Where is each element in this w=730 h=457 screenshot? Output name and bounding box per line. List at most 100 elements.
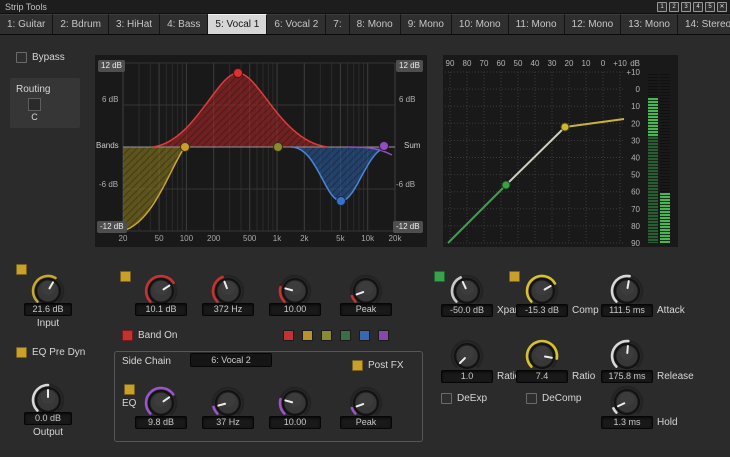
band-color-swatch-1[interactable]	[283, 330, 294, 341]
input-value[interactable]: 21.6 dB	[24, 303, 72, 316]
bypass-checkbox[interactable]	[16, 52, 27, 63]
eq-minus6-label-left: -6 dB	[99, 180, 118, 189]
comp-input-tick: 30	[548, 59, 557, 68]
decomp-checkbox[interactable]	[526, 393, 537, 404]
xpand-ratio-knob[interactable]	[449, 338, 485, 374]
comp-input-tick: 20	[565, 59, 574, 68]
tab-3[interactable]: 3: HiHat	[109, 14, 160, 34]
band-selector-swatches	[283, 330, 389, 341]
tab-12[interactable]: 12: Mono	[565, 14, 622, 34]
window-button-3[interactable]: 3	[681, 2, 691, 12]
window-button-4[interactable]: 4	[693, 2, 703, 12]
comp-output-tick: 10	[631, 102, 640, 111]
hold-value[interactable]: 1.3 ms	[601, 416, 653, 429]
tab-14[interactable]: 14: Stereo	[678, 14, 730, 34]
side-chain-eq-checkbox[interactable]	[124, 384, 135, 395]
eq-gain-value[interactable]: 10.1 dB	[135, 303, 187, 316]
comp-output-tick: 0	[636, 85, 641, 94]
tab-1[interactable]: 1: Guitar	[0, 14, 53, 34]
tab-6[interactable]: 6: Vocal 2	[267, 14, 326, 34]
tab-8[interactable]: 8: Mono	[350, 14, 401, 34]
band-color-swatch-4[interactable]	[340, 330, 351, 341]
routing-button[interactable]	[28, 98, 41, 111]
expander-enable-checkbox[interactable]	[434, 271, 445, 282]
eq-freq-tick-20k: 20k	[389, 234, 403, 243]
eq-plus6-label-right: 6 dB	[399, 95, 415, 104]
hold-knob[interactable]	[609, 384, 645, 420]
comp-output-tick: 30	[631, 136, 640, 145]
eq-freq-tick-50: 50	[155, 234, 164, 243]
tab-13[interactable]: 13: Mono	[621, 14, 678, 34]
band-color-swatch-2[interactable]	[302, 330, 313, 341]
eq-freq-tick-2k: 2k	[300, 234, 309, 243]
expander-threshold-point[interactable]	[502, 181, 510, 189]
side-chain-eq-label: EQ	[122, 398, 136, 409]
eq-minus12-badge-right: -12 dB	[393, 221, 423, 233]
comp-output-tick: 50	[631, 171, 640, 180]
attack-value[interactable]: 111.5 ms	[601, 304, 653, 317]
band-color-swatch-5[interactable]	[359, 330, 370, 341]
band6-control-point[interactable]	[380, 142, 389, 151]
eq-minus12-badge-left: -12 dB	[97, 221, 127, 233]
side-chain-source-select[interactable]: 6: Vocal 2	[190, 353, 272, 367]
level-meter-left	[648, 72, 658, 243]
comp-output-tick: 80	[631, 222, 640, 231]
sc-gain-value[interactable]: 9.8 dB	[135, 416, 187, 429]
compressor-graph[interactable]: 90+108007010602050304040305020601070080+…	[443, 55, 678, 247]
post-fx-checkbox[interactable]	[352, 360, 363, 371]
comp-input-tick: 0	[601, 59, 606, 68]
comp-input-tick: +10	[613, 59, 627, 68]
deexp-checkbox[interactable]	[441, 393, 452, 404]
comp-input-tick: 10	[582, 59, 591, 68]
band-color-swatch-6[interactable]	[378, 330, 389, 341]
xpand-ratio-value[interactable]: 1.0	[441, 370, 493, 383]
tab-9[interactable]: 9: Mono	[401, 14, 452, 34]
tab-4[interactable]: 4: Bass	[160, 14, 208, 34]
eq-freq-value[interactable]: 372 Hz	[202, 303, 254, 316]
tab-10[interactable]: 10: Mono	[452, 14, 509, 34]
strip-tools-window: Strip Tools 12345✕ 1: Guitar2: Bdrum3: H…	[0, 0, 730, 457]
window-title: Strip Tools	[5, 2, 47, 12]
eq-enable-checkbox[interactable]	[120, 271, 131, 282]
level-meter-right	[660, 72, 670, 243]
eq-pre-dyn-checkbox[interactable]	[16, 347, 27, 358]
eq-q-value[interactable]: 10.00	[269, 303, 321, 316]
comp-ratio-knob[interactable]	[524, 338, 560, 374]
tab-11[interactable]: 11: Mono	[509, 14, 565, 34]
band2-control-point[interactable]	[181, 143, 190, 152]
release-knob[interactable]	[609, 338, 645, 374]
tab-7[interactable]: 7:	[326, 14, 349, 34]
eq-freq-tick-10k: 10k	[361, 234, 375, 243]
input-enable-checkbox[interactable]	[16, 264, 27, 275]
tab-2[interactable]: 2: Bdrum	[53, 14, 109, 34]
comp-value[interactable]: -15.3 dB	[516, 304, 568, 317]
sc-q-value[interactable]: 10.00	[269, 416, 321, 429]
window-button-2[interactable]: 2	[669, 2, 679, 12]
window-button-1[interactable]: 1	[657, 2, 667, 12]
compressor-enable-checkbox[interactable]	[509, 271, 520, 282]
bypass-label: Bypass	[32, 52, 65, 63]
band-on-checkbox[interactable]	[122, 330, 133, 341]
window-button-✕[interactable]: ✕	[717, 2, 727, 12]
eq-plus6-label-left: 6 dB	[102, 95, 118, 104]
eq-graph[interactable]: 20501002005001k2k5k10k20k	[95, 55, 427, 247]
eq-freq-tick-200: 200	[207, 234, 221, 243]
band1-control-point[interactable]	[234, 69, 243, 78]
band5-control-point[interactable]	[337, 197, 346, 206]
release-value[interactable]: 175.8 ms	[601, 370, 653, 383]
tab-5[interactable]: 5: Vocal 1	[208, 14, 267, 34]
comp-input-tick: 60	[497, 59, 506, 68]
sc-freq-value[interactable]: 37 Hz	[202, 416, 254, 429]
eq-type-value[interactable]: Peak	[340, 303, 392, 316]
band3-control-point[interactable]	[274, 143, 283, 152]
xpand-value[interactable]: -50.0 dB	[441, 304, 493, 317]
sc-type-value[interactable]: Peak	[340, 416, 392, 429]
comp-input-tick: 90	[446, 59, 455, 68]
output-value[interactable]: 0.0 dB	[24, 412, 72, 425]
compressor-threshold-point[interactable]	[561, 123, 569, 131]
window-button-5[interactable]: 5	[705, 2, 715, 12]
comp-ratio-value[interactable]: 7.4	[516, 370, 568, 383]
band-color-swatch-3[interactable]	[321, 330, 332, 341]
eq-pre-dyn-label: EQ Pre Dyn	[32, 347, 85, 358]
comp-output-tick: 20	[631, 119, 640, 128]
